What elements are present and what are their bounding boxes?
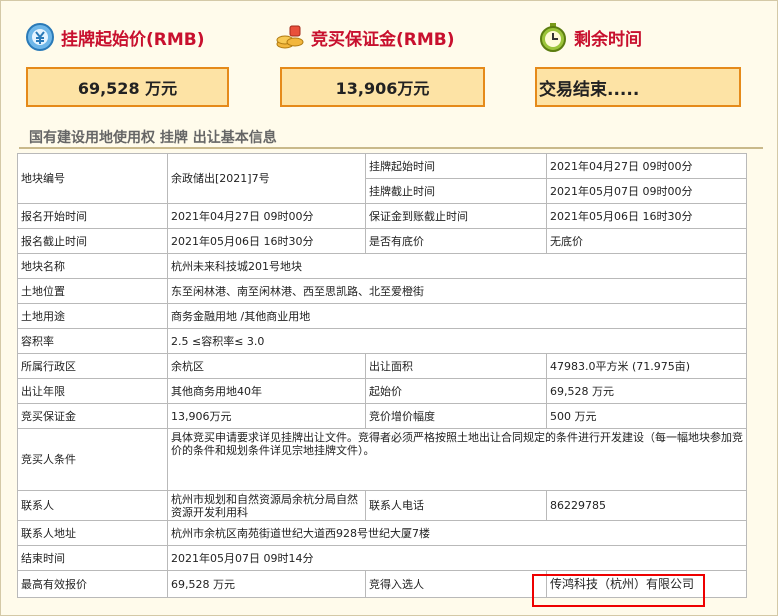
table-row: 报名开始时间 2021年04月27日 09时00分 保证金到账截止时间 2021…	[17, 203, 747, 229]
clock-icon	[538, 22, 568, 52]
cell-value: 杭州市规划和自然资源局余杭分局自然资源开发利用科	[167, 490, 366, 521]
cell-key: 土地位置	[17, 278, 168, 304]
coins-icon	[275, 22, 305, 52]
cell-key: 最高有效报价	[17, 570, 168, 598]
table-row: 所属行政区 余杭区 出让面积 47983.0平方米 (71.975亩)	[17, 353, 747, 379]
price-label: 挂牌起始价(RMB)	[61, 29, 205, 50]
cell-key: 联系人	[17, 490, 168, 521]
cell-key: 保证金到账截止时间	[365, 203, 547, 229]
cell-value: 其他商务用地40年	[167, 378, 366, 404]
cell-value: 无底价	[546, 228, 747, 254]
cell-value: 东至闲林港、南至闲林港、西至思凯路、北至爱橙街	[167, 278, 747, 304]
cell-key: 挂牌截止时间	[365, 178, 547, 204]
table-row: 土地位置 东至闲林港、南至闲林港、西至思凯路、北至爱橙街	[17, 278, 747, 304]
table-row: 地块编号 余政储出[2021]7号 挂牌起始时间 2021年04月27日 09时…	[17, 153, 747, 204]
price-value: 69,528 万元	[77, 79, 178, 98]
cell-key: 竞买人条件	[17, 428, 168, 491]
cell-key: 竞买保证金	[17, 403, 168, 429]
cell-value: 2021年05月07日 09时00分	[546, 178, 747, 204]
cell-value: 余杭区	[167, 353, 366, 379]
cell-value: 2021年04月27日 09时00分	[167, 203, 366, 229]
cell-key: 出让面积	[365, 353, 547, 379]
cell-key: 地块名称	[17, 253, 168, 279]
cell-value: 具体竞买申请要求详见挂牌出让文件。竞得者必须严格按照土地出让合同规定的条件进行开…	[167, 428, 747, 491]
time-header: 剩余时间	[538, 19, 642, 55]
price-value-box: 69,528 万元	[26, 67, 229, 107]
table-row: 结束时间 2021年05月07日 09时14分	[17, 545, 747, 571]
section-title: 国有建设用地使用权 挂牌 出让基本信息	[29, 130, 277, 146]
deposit-header: 竞买保证金(RMB)	[275, 19, 455, 55]
time-value-box: 交易结束.....	[535, 67, 741, 107]
page: 挂牌起始价(RMB) 69,528 万元 竞买保证金(RMB) 13,906万元	[0, 0, 778, 616]
cell-key: 出让年限	[17, 378, 168, 404]
price-header: 挂牌起始价(RMB)	[25, 19, 205, 55]
table-row: 容积率 2.5 ≤容积率≤ 3.0	[17, 328, 747, 354]
cell-key: 所属行政区	[17, 353, 168, 379]
cell-value: 余政储出[2021]7号	[167, 153, 366, 204]
cell-key: 竞价增价幅度	[365, 403, 547, 429]
cell-value: 13,906万元	[167, 403, 366, 429]
cell-key: 联系人地址	[17, 520, 168, 546]
cell-value: 杭州未来科技城201号地块	[167, 253, 747, 279]
cell-key: 地块编号	[17, 153, 168, 204]
deposit-value: 13,906万元	[335, 79, 430, 98]
cell-value: 杭州市余杭区南苑街道世纪大道西928号世纪大厦7楼	[167, 520, 747, 546]
table-row: 竞买保证金 13,906万元 竞价增价幅度 500 万元	[17, 403, 747, 429]
cell-value: 2021年05月06日 16时30分	[167, 228, 366, 254]
cell-key: 挂牌起始时间	[365, 153, 547, 179]
cell-key: 报名截止时间	[17, 228, 168, 254]
cell-key: 报名开始时间	[17, 203, 168, 229]
table-row: 联系人 杭州市规划和自然资源局余杭分局自然资源开发利用科 联系人电话 86229…	[17, 490, 747, 521]
cell-value: 47983.0平方米 (71.975亩)	[546, 353, 747, 379]
time-label: 剩余时间	[574, 29, 642, 50]
cell-key: 竞得入选人	[365, 570, 547, 598]
table-row: 竞买人条件 具体竞买申请要求详见挂牌出让文件。竞得者必须严格按照土地出让合同规定…	[17, 428, 747, 491]
money-icon	[25, 22, 55, 52]
cell-key: 是否有底价	[365, 228, 547, 254]
deposit-label: 竞买保证金(RMB)	[311, 29, 455, 50]
deposit-value-box: 13,906万元	[280, 67, 485, 107]
table-row: 土地用途 商务金融用地 /其他商业用地	[17, 303, 747, 329]
cell-key: 土地用途	[17, 303, 168, 329]
winner-highlight-box	[532, 574, 705, 607]
table-row: 联系人地址 杭州市余杭区南苑街道世纪大道西928号世纪大厦7楼	[17, 520, 747, 546]
cell-value: 69,528 万元	[167, 570, 366, 598]
divider	[19, 147, 763, 149]
cell-key: 结束时间	[17, 545, 168, 571]
cell-key: 容积率	[17, 328, 168, 354]
cell-key: 联系人电话	[365, 490, 547, 521]
table-row: 报名截止时间 2021年05月06日 16时30分 是否有底价 无底价	[17, 228, 747, 254]
info-table: 地块编号 余政储出[2021]7号 挂牌起始时间 2021年04月27日 09时…	[17, 153, 747, 598]
cell-value: 500 万元	[546, 403, 747, 429]
cell-value: 2.5 ≤容积率≤ 3.0	[167, 328, 747, 354]
cell-value: 69,528 万元	[546, 378, 747, 404]
table-row: 地块名称 杭州未来科技城201号地块	[17, 253, 747, 279]
cell-key: 起始价	[365, 378, 547, 404]
summary-bar: 挂牌起始价(RMB) 69,528 万元 竞买保证金(RMB) 13,906万元	[1, 11, 778, 111]
table-row: 出让年限 其他商务用地40年 起始价 69,528 万元	[17, 378, 747, 404]
cell-value: 2021年05月07日 09时14分	[167, 545, 747, 571]
cell-value: 2021年05月06日 16时30分	[546, 203, 747, 229]
time-value: 交易结束.....	[539, 79, 640, 100]
cell-value: 商务金融用地 /其他商业用地	[167, 303, 747, 329]
cell-value: 2021年04月27日 09时00分	[546, 153, 747, 179]
cell-value: 86229785	[546, 490, 747, 521]
